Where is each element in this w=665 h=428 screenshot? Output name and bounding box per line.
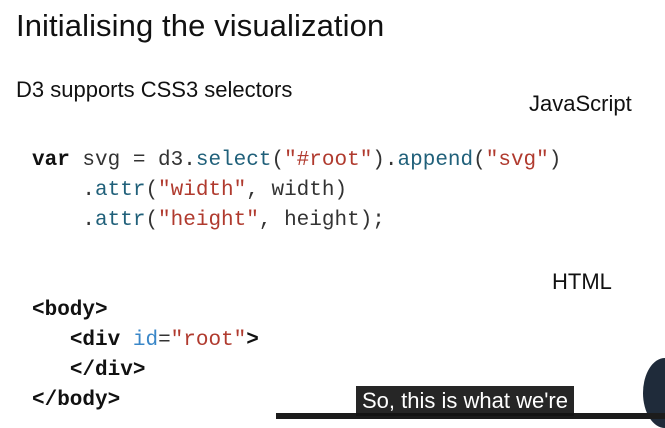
html-code-line-4: </body> — [32, 386, 259, 416]
html-tag: </body> — [32, 389, 121, 412]
html-indent — [32, 329, 70, 352]
js-code-text: , width) — [246, 179, 348, 202]
html-attribute-name: id — [132, 329, 159, 352]
js-code-text: ( — [271, 149, 285, 172]
js-function-name: attr — [95, 209, 146, 232]
slide-title: Initialising the visualization — [16, 8, 385, 43]
html-code-line-1: <body> — [32, 296, 259, 326]
js-code-text: . — [32, 209, 96, 232]
js-code-text: . — [32, 179, 96, 202]
html-tag: </div> — [69, 359, 146, 382]
html-code-line-3: </div> — [32, 356, 259, 386]
slide-subtitle: D3 supports CSS3 selectors — [16, 77, 293, 102]
js-string: "height" — [158, 209, 259, 232]
js-string: "width" — [158, 179, 247, 202]
html-equals: = — [158, 329, 171, 352]
js-function-name: attr — [95, 179, 146, 202]
html-tag: > — [246, 329, 259, 352]
html-attribute-value: "root" — [170, 329, 247, 352]
html-space — [120, 329, 133, 352]
html-code-line-2: <div id="root"> — [32, 326, 259, 356]
js-code-line-1: var svg = d3.select("#root").append("svg… — [32, 146, 561, 176]
js-code-line-3: .attr("height", height); — [32, 206, 561, 236]
js-string: "#root" — [284, 149, 373, 172]
video-caption: So, this is what we're — [356, 386, 574, 416]
js-code-line-2: .attr("width", width) — [32, 176, 561, 206]
js-function-name: select — [195, 149, 272, 172]
html-indent — [32, 359, 70, 382]
js-string: "svg" — [485, 149, 549, 172]
html-tag: <body> — [32, 299, 108, 322]
html-tag: <div — [69, 329, 121, 352]
js-code-text: ( — [473, 149, 486, 172]
js-code-text: ( — [145, 179, 159, 202]
js-code-text: ). — [372, 149, 398, 172]
js-code-text: ) — [548, 149, 562, 172]
js-keyword: var — [32, 149, 70, 172]
javascript-label: JavaScript — [529, 91, 632, 116]
html-code-block: <body> <div id="root"> </div> </body> — [32, 296, 259, 416]
slide: Initialising the visualization D3 suppor… — [0, 0, 665, 428]
js-function-name: append — [397, 149, 474, 172]
js-code-text: ( — [145, 209, 159, 232]
html-label: HTML — [552, 269, 612, 294]
js-code-text: , height); — [258, 209, 385, 232]
javascript-code-block: var svg = d3.select("#root").append("svg… — [32, 146, 561, 236]
js-code-text: svg = d3. — [69, 149, 196, 172]
